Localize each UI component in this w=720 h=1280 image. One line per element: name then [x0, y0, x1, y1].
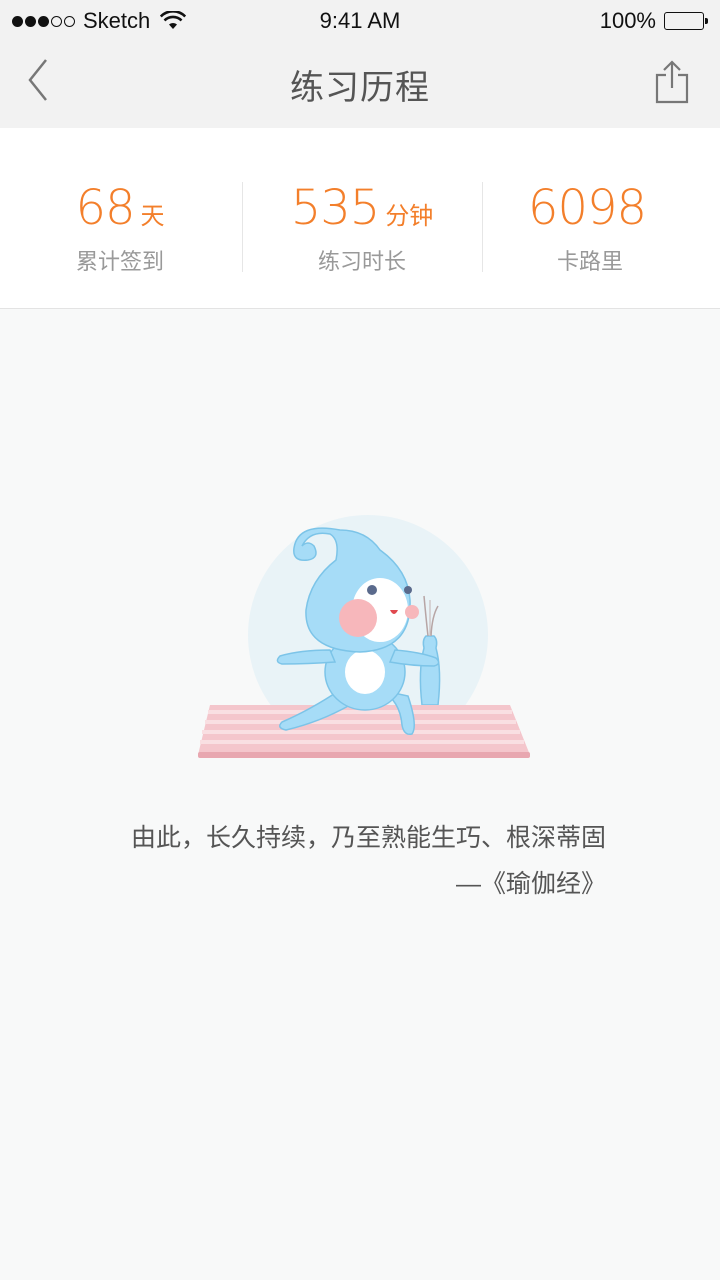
quote-source: —《瑜伽经》: [455, 870, 606, 898]
page-title: 练习历程: [290, 69, 430, 107]
calories-value: 6098: [527, 180, 647, 236]
checkin-days-unit: 天: [140, 203, 165, 230]
stat-duration: 535 分钟 练习时长: [242, 128, 482, 308]
share-icon: [655, 60, 689, 104]
duration-value: 535: [290, 180, 381, 236]
nav-bar: 练习历程: [0, 40, 720, 128]
battery-status: 100%: [600, 8, 708, 34]
share-button[interactable]: [654, 60, 690, 104]
battery-percent: 100%: [599, 8, 656, 33]
battery-icon: [664, 12, 708, 30]
yoga-mascot-illustration: [198, 515, 530, 758]
checkin-days-label: 累计签到: [75, 249, 164, 274]
duration-unit: 分钟: [385, 203, 434, 230]
stats-panel: 68 天 累计签到 535 分钟 练习时长 6098 卡路里: [0, 128, 720, 309]
status-bar: Sketch 9:41 AM 100%: [0, 0, 720, 40]
checkin-days-value: 68: [75, 180, 135, 236]
stat-checkin: 68 天 累计签到: [0, 128, 240, 308]
header: Sketch 9:41 AM 100% 练习历程: [0, 0, 720, 128]
quote-text: 由此，长久持续，乃至熟能生巧、根深蒂固: [130, 824, 606, 852]
stat-calories: 6098 卡路里: [470, 128, 710, 308]
duration-label: 练习时长: [317, 249, 406, 274]
calories-label: 卡路里: [556, 249, 623, 274]
